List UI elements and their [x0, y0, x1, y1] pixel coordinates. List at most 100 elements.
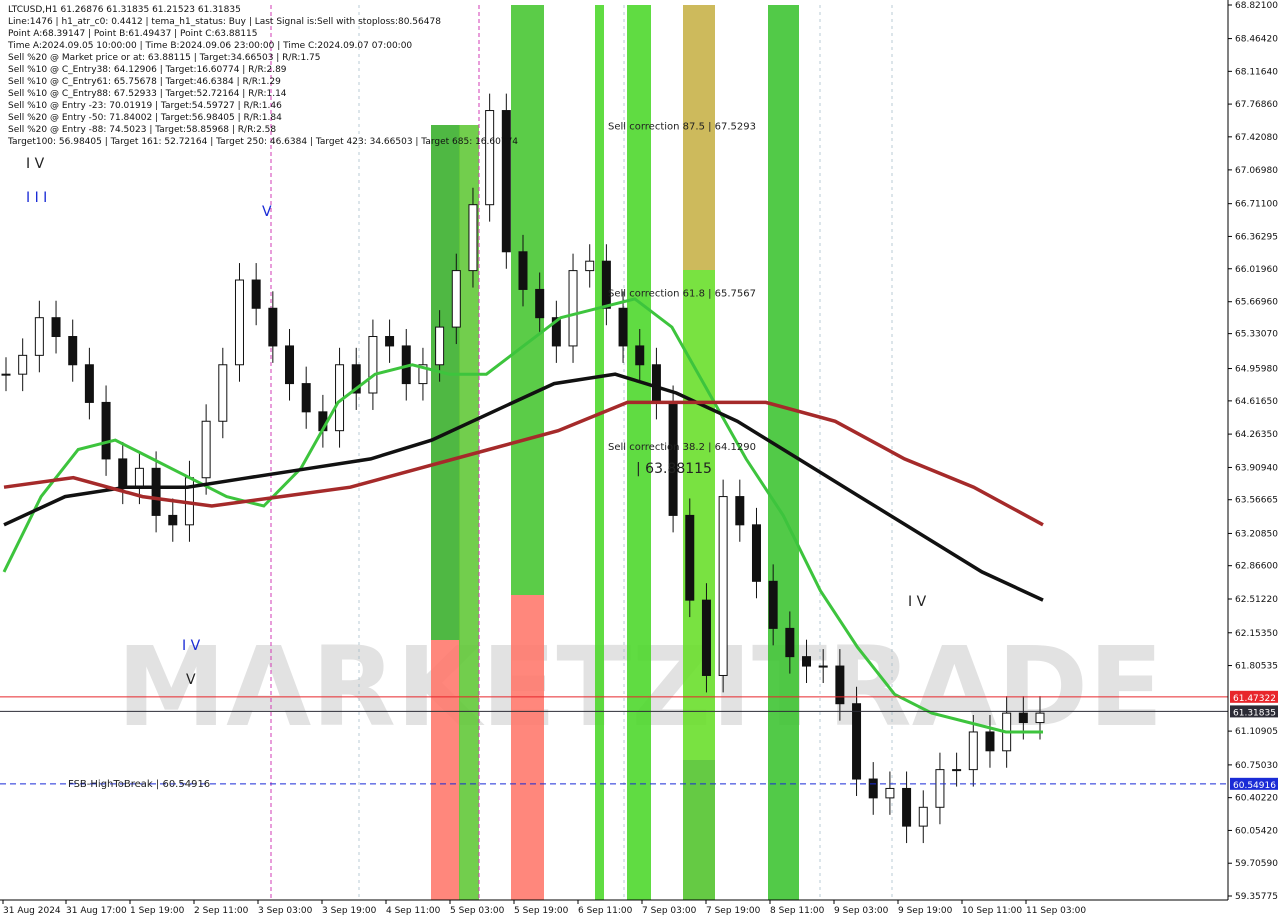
candle-body [818, 665, 828, 668]
y-tick-label: 65.33070 [1235, 330, 1278, 340]
signal-band [595, 5, 604, 900]
chart-root: MARKETZITRADE Sell correction 87.5 | 67.… [0, 0, 1280, 920]
wave-label: I V [26, 156, 45, 172]
candle-body [168, 514, 178, 526]
signal-band [683, 5, 715, 270]
info-line: Sell %20 @ Market price or at: 63.88115 … [8, 53, 321, 63]
wave-label: I I I [26, 190, 47, 206]
candle-body [902, 787, 912, 827]
y-tick-label: 63.56665 [1235, 496, 1278, 506]
candle-body [885, 787, 895, 799]
candle-body [518, 251, 528, 290]
x-tick-label: 4 Sep 11:00 [386, 906, 441, 916]
info-line: Sell %20 @ Entry -88: 74.5023 | Target:5… [8, 125, 277, 135]
y-tick-label: 59.35775 [1235, 892, 1278, 902]
wave-label: I V [182, 638, 201, 654]
candle-body [785, 627, 795, 658]
y-tick-label: 64.26350 [1235, 430, 1278, 440]
y-tick-label: 62.15350 [1235, 629, 1278, 639]
wave-label: V [262, 204, 272, 220]
x-tick-label: 9 Sep 19:00 [898, 906, 953, 916]
signal-band [683, 760, 715, 900]
candle-body [685, 514, 695, 601]
chart-annotation: Sell correction 61.8 | 65.7567 [608, 289, 756, 300]
candle-body [385, 336, 395, 347]
y-tick-label: 67.76860 [1235, 100, 1278, 110]
candle-body [585, 260, 595, 272]
x-tick-label: 5 Sep 19:00 [514, 906, 569, 916]
y-tick-label: 66.71100 [1235, 200, 1278, 210]
candle-body [651, 364, 661, 403]
candle-body [68, 336, 78, 366]
candle-body [835, 665, 845, 705]
candle-body [118, 458, 128, 488]
candle-body [151, 467, 161, 516]
candle-body [134, 467, 144, 488]
y-tick-label: 68.46420 [1235, 35, 1278, 45]
y-tick-label: 60.05420 [1235, 826, 1278, 836]
candle-body [802, 656, 812, 667]
signal-band [431, 125, 460, 640]
y-tick-label: 65.66960 [1235, 298, 1278, 308]
wave-label: I V [908, 594, 927, 610]
candle-body [968, 731, 978, 771]
candle-body [218, 364, 228, 422]
price-tag-label: 61.47322 [1233, 694, 1276, 704]
y-tick-label: 66.01960 [1235, 265, 1278, 275]
candle-body [535, 288, 545, 319]
x-tick-label: 11 Sep 03:00 [1026, 906, 1086, 916]
candle-body [568, 270, 578, 347]
y-tick-label: 67.06980 [1235, 166, 1278, 176]
signal-band [511, 595, 544, 900]
candle-body [101, 401, 111, 460]
candle-body [918, 806, 928, 827]
candle-body [435, 326, 445, 366]
x-tick-label: 1 Sep 19:00 [130, 906, 185, 916]
info-line: Sell %10 @ C_Entry88: 67.52933 | Target:… [8, 89, 287, 99]
x-tick-label: 3 Sep 19:00 [322, 906, 377, 916]
y-tick-label: 64.95980 [1235, 365, 1278, 375]
signal-band [431, 640, 460, 900]
x-tick-label: 5 Sep 03:00 [450, 906, 505, 916]
candle-body [735, 496, 745, 526]
candle-body [952, 769, 962, 772]
candle-body [485, 110, 495, 206]
candle-body [718, 496, 728, 676]
y-tick-label: 59.70590 [1235, 859, 1278, 869]
y-tick-label: 60.75030 [1235, 761, 1278, 771]
info-line: Sell %10 @ C_Entry38: 64.12906 | Target:… [8, 65, 287, 75]
candle-body [768, 580, 778, 629]
candle-body [251, 279, 261, 309]
candle-body [368, 336, 378, 394]
candle-body [751, 524, 761, 582]
y-tick-label: 60.40220 [1235, 794, 1278, 804]
info-line: Sell %10 @ C_Entry61: 65.75678 | Target:… [8, 77, 281, 87]
ohlc-header: LTCUSD,H1 61.26876 61.31835 61.21523 61.… [8, 5, 241, 15]
y-tick-label: 62.51220 [1235, 595, 1278, 605]
y-tick-label: 61.80535 [1235, 662, 1278, 672]
chart-annotation: | 63.88115 [636, 461, 712, 477]
chart-annotation: Sell correction 87.5 | 67.5293 [608, 122, 756, 133]
y-tick-label: 63.90940 [1235, 463, 1278, 473]
candle-body [51, 317, 61, 338]
y-tick-label: 61.10905 [1235, 727, 1278, 737]
y-tick-label: 66.36295 [1235, 232, 1278, 242]
y-tick-label: 68.82100 [1235, 1, 1278, 11]
candle-body [268, 307, 278, 347]
candle-body [701, 599, 711, 676]
candle-body [1018, 712, 1028, 724]
candle-body [635, 345, 645, 366]
y-tick-label: 68.11640 [1235, 67, 1278, 77]
candle-body [18, 354, 28, 375]
y-tick-label: 63.20850 [1235, 529, 1278, 539]
wave-label: V [186, 672, 196, 688]
x-tick-label: 2 Sep 11:00 [194, 906, 249, 916]
x-tick-label: 8 Sep 11:00 [770, 906, 825, 916]
x-tick-label: 31 Aug 17:00 [66, 906, 127, 916]
x-tick-label: 6 Sep 11:00 [578, 906, 633, 916]
info-line: Line:1476 | h1_atr_c0: 0.4412 | tema_h1_… [8, 17, 441, 27]
x-tick-label: 7 Sep 03:00 [642, 906, 697, 916]
candle-body [234, 279, 244, 366]
x-tick-label: 7 Sep 19:00 [706, 906, 761, 916]
info-line: Time A:2024.09.05 10:00:00 | Time B:2024… [8, 41, 413, 51]
